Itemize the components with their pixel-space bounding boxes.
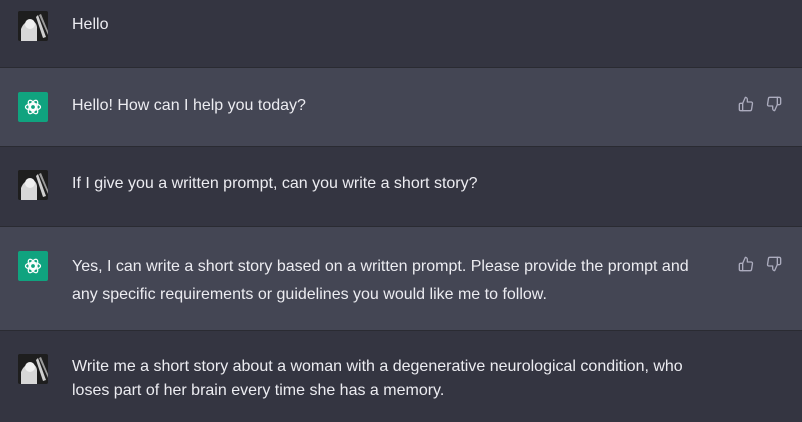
user-photo-icon bbox=[18, 354, 48, 384]
thumbs-down-button[interactable] bbox=[766, 96, 782, 112]
user-avatar bbox=[18, 354, 48, 384]
feedback-buttons bbox=[738, 256, 782, 272]
message-user: If I give you a written prompt, can you … bbox=[0, 147, 802, 226]
assistant-avatar bbox=[18, 92, 48, 122]
thumbs-down-button[interactable] bbox=[766, 256, 782, 272]
thumbs-down-icon bbox=[766, 96, 782, 112]
thumbs-up-icon bbox=[738, 256, 754, 272]
user-photo-icon bbox=[18, 170, 48, 200]
user-avatar bbox=[18, 170, 48, 200]
thumbs-down-icon bbox=[766, 256, 782, 272]
message-user: Write me a short story about a woman wit… bbox=[0, 331, 802, 422]
message-text: Hello bbox=[72, 16, 109, 33]
message-text: Yes, I can write a short story based on … bbox=[72, 258, 689, 303]
message-assistant: Yes, I can write a short story based on … bbox=[0, 226, 802, 331]
assistant-avatar bbox=[18, 251, 48, 281]
openai-logo-icon bbox=[24, 99, 42, 115]
user-photo-icon bbox=[18, 11, 48, 41]
openai-logo-icon bbox=[24, 258, 42, 274]
message-text: Hello! How can I help you today? bbox=[72, 97, 306, 114]
message-text: If I give you a written prompt, can you … bbox=[72, 175, 478, 192]
thumbs-up-icon bbox=[738, 96, 754, 112]
thumbs-up-button[interactable] bbox=[738, 256, 754, 272]
message-text: Write me a short story about a woman wit… bbox=[72, 358, 683, 399]
user-avatar bbox=[18, 11, 48, 41]
thumbs-up-button[interactable] bbox=[738, 96, 754, 112]
message-assistant: Hello! How can I help you today? bbox=[0, 67, 802, 147]
feedback-buttons bbox=[738, 96, 782, 112]
message-user: Hello bbox=[0, 0, 802, 67]
